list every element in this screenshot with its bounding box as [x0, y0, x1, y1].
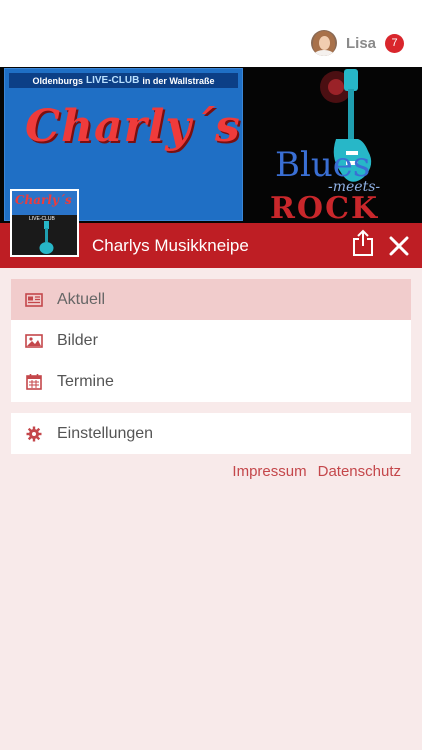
- menu-item-label: Termine: [57, 372, 114, 390]
- newspaper-icon: [25, 291, 43, 309]
- menu-item-bilder[interactable]: Bilder: [11, 320, 411, 361]
- menu-item-termine[interactable]: Termine: [11, 361, 411, 402]
- datenschutz-link[interactable]: Datenschutz: [318, 463, 401, 480]
- menu-item-label: Einstellungen: [57, 424, 154, 442]
- gear-icon: [25, 425, 43, 443]
- share-icon: [353, 229, 373, 256]
- menu-item-label: Bilder: [57, 331, 98, 349]
- image-icon: [25, 332, 43, 350]
- menu-item-label: Aktuell: [57, 290, 106, 308]
- thumbnail-logo: Charly´s: [15, 193, 72, 207]
- close-icon: [389, 236, 409, 256]
- menu-item-aktuell[interactable]: Aktuell: [11, 279, 411, 320]
- calendar-icon: [25, 373, 43, 391]
- avatar[interactable]: [310, 30, 337, 56]
- page-title: Charlys Musikkneipe: [92, 236, 249, 255]
- notification-badge[interactable]: 7: [385, 33, 404, 53]
- impressum-link[interactable]: Impressum: [232, 463, 306, 480]
- poster-strip-prefix: Oldenburgs: [32, 75, 83, 86]
- blues-rock-artwork: Blues -meets- ROCK: [248, 67, 422, 223]
- top-bar: Lisa 7: [0, 0, 422, 67]
- close-button[interactable]: [388, 235, 410, 257]
- main-menu: Aktuell Bilder Termine: [11, 279, 411, 402]
- rock-text: ROCK: [270, 191, 380, 223]
- poster-strip-live: LIVE-CLUB: [85, 75, 140, 86]
- share-button[interactable]: [352, 229, 374, 257]
- menu-item-einstellungen[interactable]: Einstellungen: [11, 413, 411, 454]
- thumbnail-guitar-icon: [39, 221, 54, 254]
- user-area[interactable]: Lisa 7: [310, 30, 404, 56]
- poster-strip-suffix: in der Wallstraße: [142, 75, 215, 86]
- username[interactable]: Lisa: [346, 35, 376, 52]
- poster-logo: Charly´s: [25, 101, 241, 152]
- footer-links: Impressum Datenschutz: [232, 463, 401, 480]
- settings-menu: Einstellungen: [11, 413, 411, 454]
- poster-strip: Oldenburgs LIVE-CLUB in der Wallstraße: [9, 73, 238, 88]
- club-thumbnail: Charly´s LIVE-CLUB: [10, 189, 79, 257]
